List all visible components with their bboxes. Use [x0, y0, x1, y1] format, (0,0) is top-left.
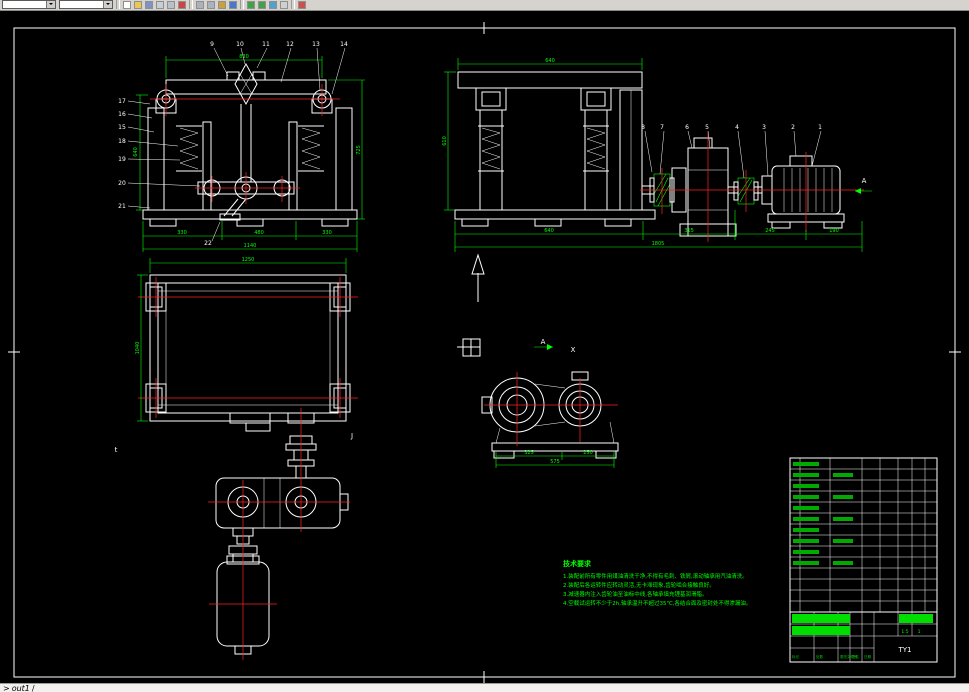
- dimension-text: 330: [177, 230, 187, 236]
- datum-label: X: [571, 346, 576, 354]
- dimension-text: 640: [544, 228, 554, 234]
- callout-balloon: 9: [210, 41, 214, 48]
- toolbar-separator: [189, 0, 193, 9]
- save-icon[interactable]: [145, 1, 153, 9]
- callout-balloon: 1: [818, 124, 822, 131]
- model-space[interactable]: [0, 11, 969, 683]
- toolbar: [0, 0, 969, 11]
- chevron-down-icon[interactable]: [46, 1, 55, 8]
- toolbar-separator: [291, 0, 295, 9]
- callout-balloon: 3: [762, 124, 766, 131]
- spell-icon[interactable]: [178, 1, 186, 9]
- view-label: t: [115, 446, 118, 454]
- dimension-text: 245: [765, 228, 775, 234]
- dimension-text: 480: [254, 230, 264, 236]
- callout-balloon: 6: [685, 124, 689, 131]
- callout-balloon: 2: [791, 124, 795, 131]
- open-icon[interactable]: [134, 1, 142, 9]
- dimension-text: 1140: [244, 243, 257, 249]
- callout-balloon: 13: [312, 41, 320, 48]
- layer-combo[interactable]: [2, 0, 56, 9]
- undo-icon[interactable]: [247, 1, 255, 9]
- callout-balloon: 17: [118, 98, 126, 105]
- title-row-label: 签名: [852, 654, 859, 659]
- callout-balloon: 16: [118, 111, 126, 118]
- title-row-label: 日期: [864, 654, 872, 659]
- new-icon[interactable]: [123, 1, 131, 9]
- callout-balloon: 7: [660, 124, 664, 131]
- drawing-code: TY1: [897, 646, 911, 654]
- toolbar-separator: [240, 0, 244, 9]
- title-row-label: 标记: [792, 654, 800, 659]
- pan-icon[interactable]: [280, 1, 288, 9]
- help-icon[interactable]: [298, 1, 306, 9]
- chevron-down-icon[interactable]: [103, 1, 112, 8]
- dimension-text: 325: [524, 450, 534, 456]
- callout-balloon: 5: [705, 124, 709, 131]
- zoom-icon[interactable]: [269, 1, 277, 9]
- callout-balloon: 14: [340, 41, 348, 48]
- callout-balloon: 4: [735, 124, 739, 131]
- dimension-text: 640: [133, 147, 139, 157]
- dimension-text: 725: [356, 145, 362, 155]
- dimension-text: 250: [583, 450, 593, 456]
- note-line: 2.装配后各运转件应转动灵活,无卡滞现象,齿轮啮合接触良好。: [563, 581, 715, 589]
- title-highlight-cell: [792, 626, 850, 635]
- callout-balloon: 12: [286, 41, 294, 48]
- callout-balloon: 21: [118, 203, 126, 210]
- callout-balloon: 20: [118, 180, 126, 187]
- cut-icon[interactable]: [196, 1, 204, 9]
- section-label: A: [862, 177, 867, 185]
- dimension-text: 1805: [652, 241, 665, 247]
- redo-icon[interactable]: [258, 1, 266, 9]
- copy-icon[interactable]: [207, 1, 215, 9]
- color-combo[interactable]: [59, 0, 113, 9]
- note-line: 3.减速器内注入齿轮油至油标中线,各轴承填充锂基润滑脂。: [563, 590, 708, 598]
- dimension-text: 190: [829, 228, 839, 234]
- paste-icon[interactable]: [218, 1, 226, 9]
- view-label: J: [350, 432, 353, 440]
- callout-balloon: 19: [118, 156, 126, 163]
- callout-balloon: 11: [262, 41, 270, 48]
- dimension-text: 1040: [135, 342, 141, 355]
- note-line: 4.空载试运转不少于2h,轴承温升不超过35℃,各结合面及密封处不得渗漏油。: [563, 599, 751, 607]
- toolbar-separator: [116, 0, 120, 9]
- note-line: 1.装配前所有零件用煤油清洗干净,不得有毛刺、铁屑,滚动轴承用汽油清洗。: [563, 572, 748, 580]
- callout-balloon: 18: [118, 138, 126, 145]
- tab-prompt: >: [3, 684, 10, 692]
- layout-tab-bar: > out1/: [0, 683, 969, 692]
- section-label: A: [541, 338, 546, 346]
- scale-value: 1:5: [901, 629, 908, 635]
- match-icon[interactable]: [229, 1, 237, 9]
- cad-window: 830 640 725 330 480 330 1140 9 10 11 12 …: [0, 0, 969, 692]
- preview-icon[interactable]: [167, 1, 175, 9]
- dimension-text: 315: [684, 228, 694, 234]
- dimension-text: 640: [545, 58, 555, 64]
- plot-icon[interactable]: [156, 1, 164, 9]
- drawing-canvas[interactable]: 830 640 725 330 480 330 1140 9 10 11 12 …: [0, 0, 969, 692]
- tab-layout-out1[interactable]: out1: [12, 684, 30, 692]
- title-highlight-cell: [792, 614, 850, 623]
- dimension-text: 330: [322, 230, 332, 236]
- notes-title: 技术要求: [563, 559, 592, 568]
- tab-separator: /: [31, 684, 35, 692]
- callout-balloon: 15: [118, 124, 126, 131]
- dimension-text: 575: [550, 459, 560, 465]
- title-highlight-cell: [899, 614, 933, 623]
- callout-balloon: 10: [236, 41, 244, 48]
- dimension-text: 1250: [242, 257, 255, 263]
- dimension-text: 610: [442, 136, 448, 146]
- sheet-number: 1: [918, 629, 921, 635]
- callout-balloon: 22: [204, 240, 212, 247]
- callout-balloon: 8: [641, 124, 645, 131]
- title-row-label: 处数: [816, 654, 824, 659]
